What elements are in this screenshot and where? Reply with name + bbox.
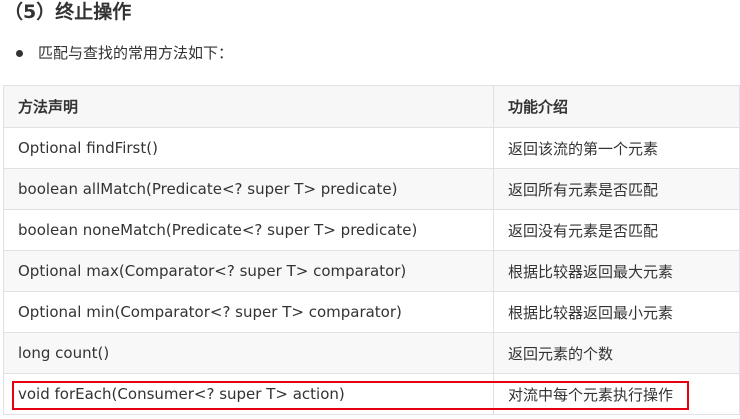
table-row: Optional max(Comparator<? super T> compa… xyxy=(3,250,740,292)
bullet-text: 匹配与查找的常用方法如下： xyxy=(38,44,234,62)
description-cell: 返回该流的第一个元素 xyxy=(493,127,740,169)
method-cell: Optional max(Comparator<? super T> compa… xyxy=(3,250,494,292)
method-cell: boolean allMatch(Predicate<? super T> pr… xyxy=(3,168,494,210)
method-cell: long count() xyxy=(3,332,494,374)
header-method: 方法声明 xyxy=(3,85,494,128)
table-row: boolean allMatch(Predicate<? super T> pr… xyxy=(3,168,740,210)
table-row: long count() 返回元素的个数 xyxy=(3,332,740,374)
description-cell: 根据比较器返回最小元素 xyxy=(493,291,740,333)
method-cell: boolean noneMatch(Predicate<? super T> p… xyxy=(3,209,494,251)
header-description: 功能介绍 xyxy=(493,85,740,128)
description-cell: 返回元素的个数 xyxy=(493,332,740,374)
table-row: Optional findFirst() 返回该流的第一个元素 xyxy=(3,127,740,169)
section-heading: （5）终止操作 xyxy=(4,1,132,23)
table-header-row: 方法声明 功能介绍 xyxy=(3,85,740,128)
table-row: boolean noneMatch(Predicate<? super T> p… xyxy=(3,209,740,251)
description-cell: 根据比较器返回最大元素 xyxy=(493,250,740,292)
description-cell: 返回没有元素是否匹配 xyxy=(493,209,740,251)
table-row-highlighted: void forEach(Consumer<? super T> action)… xyxy=(3,373,740,415)
table-row: Optional min(Comparator<? super T> compa… xyxy=(3,291,740,333)
method-cell: void forEach(Consumer<? super T> action) xyxy=(3,373,494,415)
method-cell: Optional findFirst() xyxy=(3,127,494,169)
description-cell: 返回所有元素是否匹配 xyxy=(493,168,740,210)
methods-table: 方法声明 功能介绍 Optional findFirst() 返回该流的第一个元… xyxy=(3,85,740,415)
description-cell: 对流中每个元素执行操作 xyxy=(493,373,740,415)
bullet-icon xyxy=(16,50,23,57)
method-cell: Optional min(Comparator<? super T> compa… xyxy=(3,291,494,333)
